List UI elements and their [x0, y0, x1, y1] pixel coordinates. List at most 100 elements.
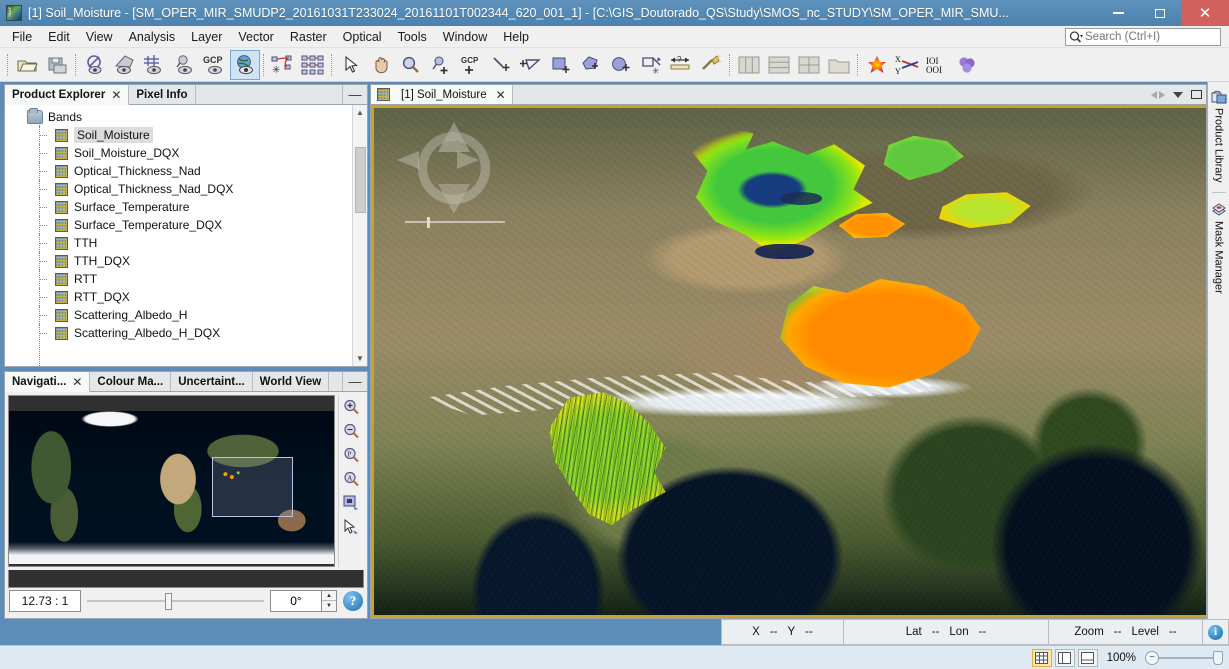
menu-help[interactable]: Help — [495, 27, 537, 47]
mask-overlay-icon[interactable]: ✳ — [268, 50, 298, 80]
line-drawing-tool-icon[interactable] — [486, 50, 516, 80]
minimize-panel-button[interactable]: — — [343, 85, 367, 104]
dock-item-product-library[interactable]: Product Library — [1211, 86, 1227, 186]
rotation-field[interactable]: 0° — [270, 590, 322, 612]
document-tab-soil-moisture[interactable]: [1] Soil_Moisture ✕ — [371, 85, 513, 104]
menu-edit[interactable]: Edit — [40, 27, 78, 47]
colour-manipulation-icon[interactable] — [862, 50, 892, 80]
tab-colour-manipulation[interactable]: Colour Ma... — [90, 372, 171, 391]
scatter-plot-icon[interactable]: X Y — [892, 50, 922, 80]
detail-view-icon[interactable] — [1078, 649, 1098, 667]
scroll-up-icon[interactable]: ▲ — [353, 105, 368, 120]
band-item-rtt[interactable]: RTT — [5, 270, 352, 288]
sync-image-views-icon[interactable] — [343, 495, 361, 512]
tab-world-view[interactable]: World View — [253, 372, 330, 391]
zoom-ratio-field[interactable]: 12.73 : 1 — [9, 590, 81, 612]
stepper-down-icon[interactable]: ▼ — [322, 601, 336, 611]
geo-overlay-icon[interactable] — [110, 50, 140, 80]
search-input[interactable] — [1085, 31, 1217, 43]
band-item-tth[interactable]: TTH — [5, 234, 352, 252]
close-button[interactable]: ✕ — [1181, 0, 1229, 26]
list-view-icon[interactable] — [1055, 649, 1075, 667]
measurement-tool-icon[interactable] — [696, 50, 726, 80]
tree-vertical-scrollbar[interactable]: ▲ ▼ — [352, 105, 367, 366]
menu-vector[interactable]: Vector — [230, 27, 281, 47]
close-icon[interactable]: ✕ — [72, 375, 82, 389]
zoom-slider-thumb[interactable] — [165, 593, 172, 610]
tile-folder-icon[interactable] — [824, 50, 854, 80]
menu-optical[interactable]: Optical — [335, 27, 390, 47]
bottom-zoom-slider[interactable]: − — [1145, 651, 1223, 665]
tile-horizontal-icon[interactable] — [764, 50, 794, 80]
image-zoom-slider[interactable] — [405, 217, 505, 227]
band-item-soil-moisture-dqx[interactable]: Soil_Moisture_DQX — [5, 144, 352, 162]
gcp-overlay-icon[interactable]: GCP — [200, 50, 230, 80]
band-item-tth-dqx[interactable]: TTH_DQX — [5, 252, 352, 270]
magic-stick-tool-icon[interactable]: ✳ — [636, 50, 666, 80]
mask-manager-icon[interactable] — [952, 50, 982, 80]
graticule-overlay-icon[interactable] — [140, 50, 170, 80]
tab-navigation[interactable]: Navigati... ✕ — [5, 372, 90, 392]
zoom-slider[interactable] — [87, 590, 264, 612]
band-item-optical-thickness-nad[interactable]: Optical_Thickness_Nad — [5, 162, 352, 180]
save-product-icon[interactable] — [42, 50, 72, 80]
scroll-tabs-left-icon[interactable] — [1151, 91, 1157, 99]
rectangle-drawing-tool-icon[interactable] — [546, 50, 576, 80]
polyline-drawing-tool-icon[interactable] — [516, 50, 546, 80]
zoom-all-icon[interactable]: A — [343, 471, 360, 488]
zoom-out-icon[interactable]: − — [1145, 651, 1159, 665]
vector-data-overlay-icon[interactable] — [298, 50, 328, 80]
sync-cursor-icon[interactable] — [343, 519, 361, 536]
menu-analysis[interactable]: Analysis — [121, 27, 184, 47]
band-item-optical-thickness-nad-dqx[interactable]: Optical_Thickness_Nad_DQX — [5, 180, 352, 198]
menu-tools[interactable]: Tools — [390, 27, 435, 47]
band-item-surface-temperature-dqx[interactable]: Surface_Temperature_DQX — [5, 216, 352, 234]
zoom-to-pixel-resolution-icon[interactable]: P — [343, 447, 360, 464]
minimize-button[interactable] — [1097, 0, 1139, 26]
dock-item-mask-manager[interactable]: Mask Manager — [1211, 199, 1227, 297]
menu-file[interactable]: File — [4, 27, 40, 47]
menu-window[interactable]: Window — [435, 27, 495, 47]
menu-raster[interactable]: Raster — [282, 27, 335, 47]
information-icon[interactable]: IOI OOI — [922, 50, 952, 80]
tree-node-bands[interactable]: – Bands — [5, 108, 352, 126]
minimize-panel-button[interactable]: — — [343, 372, 367, 391]
stepper-up-icon[interactable]: ▲ — [322, 591, 336, 601]
band-item-surface-temperature[interactable]: Surface_Temperature — [5, 198, 352, 216]
pan-tool-icon[interactable] — [366, 50, 396, 80]
zoom-in-icon[interactable] — [343, 399, 360, 416]
gcp-placing-tool-icon[interactable]: GCP — [456, 50, 486, 80]
zoom-slider-thumb[interactable] — [427, 217, 430, 228]
menu-layer[interactable]: Layer — [183, 27, 230, 47]
image-view[interactable] — [370, 104, 1207, 619]
open-product-icon[interactable] — [12, 50, 42, 80]
close-icon[interactable]: ✕ — [111, 88, 121, 102]
navigation-viewport-box[interactable] — [212, 457, 293, 517]
rotation-stepper[interactable]: ▲ ▼ — [322, 590, 337, 612]
scroll-tabs-right-icon[interactable] — [1159, 91, 1165, 99]
tile-grid-icon[interactable] — [794, 50, 824, 80]
zoom-slider-thumb[interactable] — [1213, 651, 1223, 665]
status-info-button[interactable]: i — [1203, 619, 1229, 645]
tab-product-explorer[interactable]: Product Explorer ✕ — [5, 85, 129, 105]
pin-overlay-icon[interactable] — [170, 50, 200, 80]
ellipse-drawing-tool-icon[interactable] — [606, 50, 636, 80]
selection-tool-icon[interactable] — [336, 50, 366, 80]
range-finder-tool-icon[interactable]: ? — [666, 50, 696, 80]
tab-pixel-info[interactable]: Pixel Info — [129, 85, 195, 104]
band-item-scattering-albedo-h-dqx[interactable]: Scattering_Albedo_H_DQX — [5, 324, 352, 342]
search-box[interactable] — [1065, 28, 1221, 46]
band-item-soil-moisture[interactable]: Soil_Moisture — [5, 126, 352, 144]
tab-uncertainty[interactable]: Uncertaint... — [171, 372, 252, 391]
maximize-window-icon[interactable] — [1191, 90, 1202, 99]
maximize-button[interactable] — [1139, 0, 1181, 26]
navigation-compass-pan-icon[interactable] — [383, 151, 493, 169]
zoom-out-icon[interactable] — [343, 423, 360, 440]
polygon-drawing-tool-icon[interactable] — [576, 50, 606, 80]
world-map-overlay-icon[interactable] — [230, 50, 260, 80]
navigation-world-thumbnail[interactable] — [8, 395, 335, 567]
no-data-overlay-icon[interactable] — [80, 50, 110, 80]
scrollbar-thumb[interactable] — [355, 147, 366, 213]
tile-single-icon[interactable] — [734, 50, 764, 80]
zoom-tool-icon[interactable] — [396, 50, 426, 80]
